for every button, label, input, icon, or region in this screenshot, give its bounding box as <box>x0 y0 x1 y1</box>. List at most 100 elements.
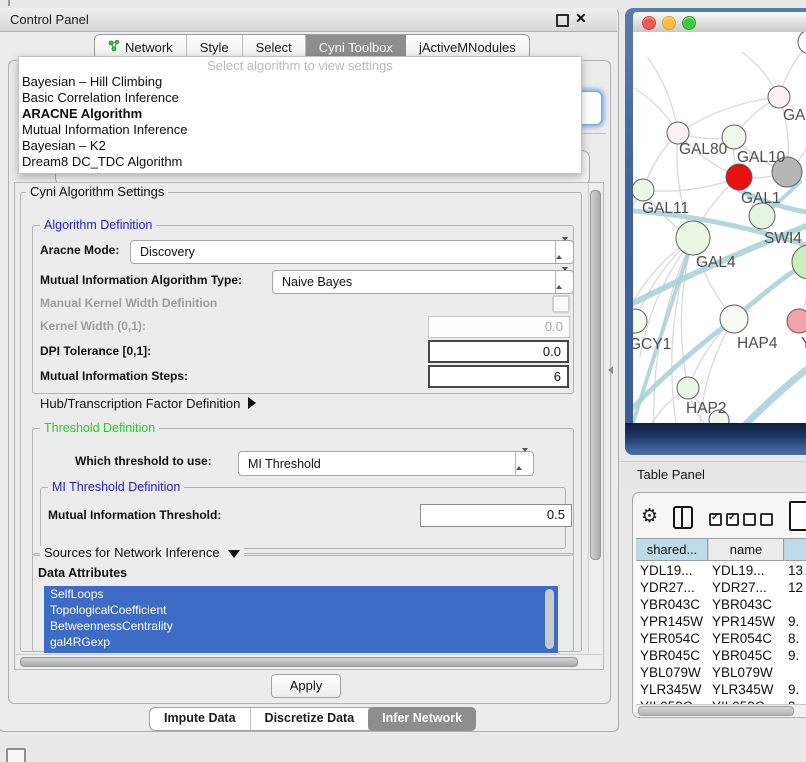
hub-definition-toggle[interactable]: Hub/Transcription Factor Definition <box>40 396 256 411</box>
mi-threshold-field[interactable]: 0.5 <box>420 504 572 527</box>
tab-label: Style <box>200 40 229 55</box>
close-icon[interactable]: ✕ <box>575 10 587 27</box>
which-threshold-combo[interactable]: MI Threshold <box>238 451 534 476</box>
zoom-traffic-light-icon[interactable] <box>682 16 696 30</box>
table-cell: YDL19... <box>636 562 708 579</box>
tab-label: jActiveMNodules <box>419 40 516 55</box>
column-header-name[interactable]: name <box>708 539 784 561</box>
node-label-gcy1: GCY1 <box>633 336 671 353</box>
table-cell: YBR043C <box>708 596 784 613</box>
tab-discretize-data[interactable]: Discretize Data <box>251 708 370 730</box>
node-label-gal11: GAL11 <box>642 200 689 217</box>
manual-kernel-width-checkbox[interactable] <box>552 295 570 313</box>
network-node-gcy1[interactable] <box>633 309 647 333</box>
cyni-settings-group-title: Cyni Algorithm Settings <box>26 185 168 199</box>
settings-vscrollbar-thumb[interactable] <box>590 190 601 560</box>
table-row[interactable]: YBL079WYBL079W <box>636 664 806 681</box>
table-cell: YBR045C <box>636 647 708 664</box>
unchecked-box-icon <box>743 513 756 526</box>
algorithm-option-bayesian-k2[interactable]: Bayesian – K2 <box>19 138 581 154</box>
node-label-hap4: HAP4 <box>737 335 778 352</box>
minimize-traffic-light-icon[interactable] <box>662 16 676 30</box>
settings-hscrollbar-thumb[interactable] <box>20 657 578 667</box>
attribute-item-topologicalcoefficient[interactable]: TopologicalCoefficient <box>44 602 558 618</box>
network-node[interactable] <box>798 32 806 54</box>
table-row[interactable]: YER054CYER054C8. <box>636 630 806 647</box>
network-node-y[interactable] <box>787 309 806 333</box>
algorithm-option-dream8-dc-tdc-algorithm[interactable]: Dream8 DC_TDC Algorithm <box>19 154 581 170</box>
sources-toggle[interactable]: Sources for Network Inference <box>40 546 244 560</box>
network-edge <box>643 177 739 191</box>
algorithm-option-mutual-information-inference[interactable]: Mutual Information Inference <box>19 122 581 138</box>
algorithm-option-aracne-algorithm[interactable]: ARACNE Algorithm <box>19 106 581 122</box>
cyni-bottom-tabs: Impute DataDiscretize DataInfer Network <box>149 707 476 731</box>
algorithm-option-basic-correlation-inference[interactable]: Basic Correlation Inference <box>19 90 581 106</box>
control-panel-titlebar: Control Panel <box>0 8 617 32</box>
network-node-gal7[interactable] <box>768 86 790 108</box>
dpi-tolerance-field[interactable]: 0.0 <box>428 340 569 363</box>
network-icon <box>108 40 120 55</box>
network-node-gal4[interactable] <box>676 221 710 255</box>
table-cell: 9. <box>784 613 806 630</box>
stepper-arrows-icon <box>555 271 573 293</box>
tab-label: Cyni Toolbox <box>319 40 393 55</box>
select-all-columns-icon[interactable] <box>709 513 739 526</box>
network-node-gal11[interactable] <box>633 179 654 201</box>
attribute-list-scrollbar[interactable] <box>545 589 554 649</box>
panel-collapse-arrow-icon[interactable] <box>608 366 613 374</box>
node-label-swi4: SWI4 <box>764 230 802 247</box>
node-label-gal7: GAL7 <box>783 107 806 124</box>
table-row[interactable]: YDL19...YDL19...13 <box>636 562 806 579</box>
attribute-item-betweennesscentrality[interactable]: BetweennessCentrality <box>44 618 558 634</box>
stepper-arrows-icon <box>515 452 533 475</box>
mi-threshold-label: Mutual Information Threshold: <box>48 508 221 523</box>
data-attributes-list: SelfLoopsTopologicalCoefficientBetweenne… <box>44 586 558 653</box>
hub-definition-label: Hub/Transcription Factor Definition <box>40 396 240 411</box>
threshold-definition-title: Threshold Definition <box>40 421 159 435</box>
tab-infer-network[interactable]: Infer Network <box>368 707 476 731</box>
algorithm-option-bayesian-hill-climbing[interactable]: Bayesian – Hill Climbing <box>19 74 581 90</box>
table-row[interactable]: YBR045CYBR045C9. <box>636 647 806 664</box>
mi-steps-field[interactable]: 6 <box>428 365 569 388</box>
network-window-titlebar[interactable] <box>633 12 806 33</box>
network-node-hap2[interactable] <box>677 377 699 399</box>
table-cell: YER054C <box>708 630 784 647</box>
column-header-shared[interactable]: shared... <box>636 539 708 561</box>
docked-panel-icon[interactable] <box>6 748 26 762</box>
deselect-all-columns-icon[interactable] <box>743 513 773 526</box>
table-row[interactable]: YPR145WYPR145W9. <box>636 613 806 630</box>
attribute-item-selfloops[interactable]: SelfLoops <box>44 586 558 602</box>
table-row[interactable]: YLR345WYLR345W9. <box>636 681 806 698</box>
table-cell <box>784 596 806 613</box>
algorithm-dropdown-list: Select algorithm to view settings Bayesi… <box>18 56 582 174</box>
network-node[interactable] <box>792 245 806 279</box>
table-cell: YBR045C <box>708 647 784 664</box>
mi-algorithm-type-value: Naive Bayes <box>282 271 352 293</box>
attribute-item-gal4rgexp[interactable]: gal4RGexp <box>44 634 558 650</box>
collapse-down-icon <box>228 550 240 558</box>
tab-impute-data[interactable]: Impute Data <box>150 708 251 730</box>
network-node-hap4[interactable] <box>720 305 748 333</box>
table-row[interactable]: YDR27...YDR27...12 <box>636 579 806 596</box>
close-traffic-light-icon[interactable] <box>642 16 656 30</box>
network-node-gal1[interactable] <box>726 164 752 190</box>
node-label-hap2: HAP2 <box>686 400 727 417</box>
mi-threshold-group-title: MI Threshold Definition <box>48 480 184 494</box>
table-hscrollbar-thumb[interactable] <box>638 706 794 716</box>
aracne-mode-value: Discovery <box>140 241 195 263</box>
mi-algorithm-type-combo[interactable]: Naive Bayes <box>272 270 574 294</box>
gear-icon[interactable]: ⚙ <box>641 507 658 526</box>
column-header-a[interactable]: A <box>784 539 806 561</box>
apply-button[interactable]: Apply <box>271 674 341 698</box>
column-layout-icon[interactable] <box>673 506 693 529</box>
node-label-gal4: GAL4 <box>696 254 736 271</box>
table-row[interactable]: YBR043CYBR043C <box>636 596 806 613</box>
aracne-mode-combo[interactable]: Discovery <box>130 240 574 264</box>
table-cell: YBL079W <box>708 664 784 681</box>
node-label-gal1: GAL1 <box>741 190 781 207</box>
network-canvas[interactable]: GAL7GAL80GAL10GAL1GAL11SWI4GAL4GCY1HAP4Y… <box>633 32 806 423</box>
table-file-icon[interactable] <box>789 501 806 531</box>
float-window-icon[interactable] <box>556 14 569 27</box>
expand-right-icon <box>248 397 256 409</box>
table-panel-title: Table Panel <box>637 462 705 487</box>
